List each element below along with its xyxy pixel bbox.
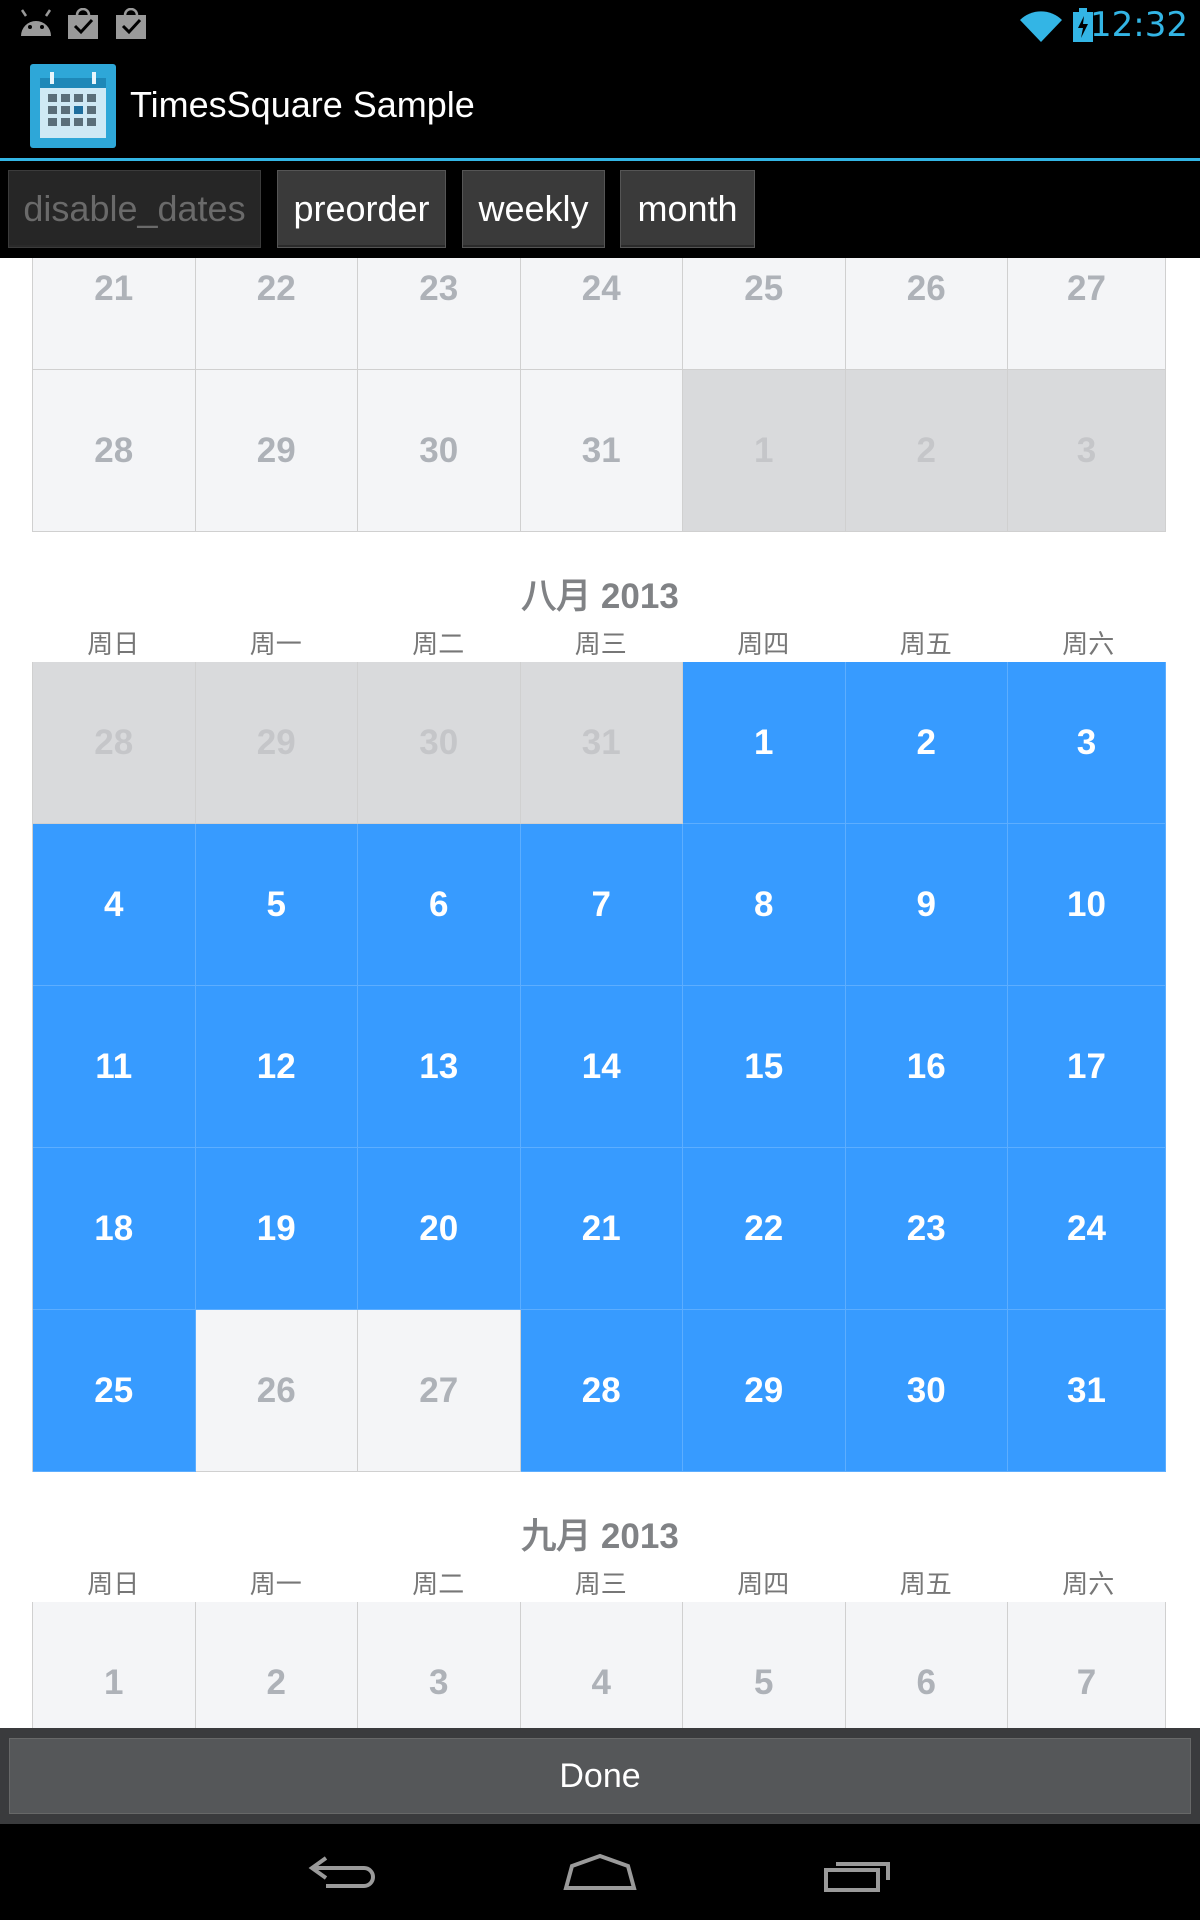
day-cell-other-month[interactable]: 29 [195, 662, 358, 824]
day-cell-selected[interactable]: 4 [33, 824, 196, 986]
day-cell[interactable]: 30 [358, 370, 521, 532]
day-cell-selected[interactable]: 5 [195, 824, 358, 986]
day-cell[interactable]: 3 [358, 1602, 521, 1728]
month-grid: 21 22 23 24 25 26 27 28 29 30 31 1 2 3 [32, 258, 1167, 532]
day-cell-selected[interactable]: 12 [195, 986, 358, 1148]
day-cell[interactable]: 1 [33, 1602, 196, 1728]
day-cell-selected[interactable]: 7 [520, 824, 683, 986]
preorder-button[interactable]: preorder [277, 170, 446, 248]
weekday-label: 周六 [1062, 1569, 1115, 1599]
day-cell-selected[interactable]: 19 [195, 1148, 358, 1310]
recent-apps-icon[interactable] [822, 1854, 892, 1894]
day-cell-selected[interactable]: 16 [845, 986, 1008, 1148]
weekday-label: 周三 [574, 629, 627, 659]
wifi-icon [1020, 11, 1062, 42]
month-grid: 1234567 [32, 1602, 1167, 1728]
month-title: 八月 2013 [521, 577, 679, 616]
shopping-bag-check-icon [68, 8, 98, 39]
day-cell-selected[interactable]: 17 [1008, 986, 1166, 1148]
calendar-app-icon[interactable] [30, 64, 116, 148]
day-cell[interactable]: 31 [520, 370, 683, 532]
day-cell-selected[interactable]: 1 [683, 662, 846, 824]
month-title: 九月 2013 [521, 1517, 679, 1556]
day-cell-selected[interactable]: 10 [1008, 824, 1166, 986]
day-cell-selected[interactable]: 28 [520, 1310, 683, 1472]
day-cell[interactable]: 24 [520, 258, 683, 370]
day-cell-other-month[interactable]: 28 [33, 662, 196, 824]
back-icon[interactable] [308, 1854, 378, 1890]
day-cell-selected[interactable]: 9 [845, 824, 1008, 986]
weekday-label: 周一 [249, 1569, 302, 1599]
weekday-label: 周五 [899, 629, 952, 659]
home-icon[interactable] [562, 1852, 638, 1892]
day-cell-selected[interactable]: 25 [33, 1310, 196, 1472]
done-button[interactable]: Done [9, 1738, 1191, 1814]
day-cell-selected[interactable]: 20 [358, 1148, 521, 1310]
day-cell[interactable]: 21 [33, 258, 196, 370]
calendar-scroll-view[interactable]: 21 22 23 24 25 26 27 28 29 30 31 1 2 3 八月 2013 周日 周一 周二 周三… [0, 258, 1200, 1728]
day-cell[interactable]: 7 [1008, 1602, 1166, 1728]
day-cell[interactable]: 27 [358, 1310, 521, 1472]
day-cell-selected[interactable]: 31 [1008, 1310, 1166, 1472]
action-bar: TimesSquare Sample [0, 50, 1200, 161]
weekday-label: 周四 [737, 629, 790, 659]
day-cell[interactable]: 29 [195, 370, 358, 532]
day-cell-other-month[interactable]: 2 [845, 370, 1008, 532]
month-button[interactable]: month [620, 170, 755, 248]
navigation-bar [0, 1824, 1200, 1920]
day-cell[interactable]: 27 [1008, 258, 1166, 370]
disable-dates-button[interactable]: disable_dates [8, 170, 261, 248]
day-cell-selected[interactable]: 6 [358, 824, 521, 986]
day-cell[interactable]: 5 [683, 1602, 846, 1728]
done-bar: Done [0, 1728, 1200, 1824]
clock: 12:32 [1090, 5, 1188, 45]
day-cell[interactable]: 2 [195, 1602, 358, 1728]
weekday-label: 周六 [1062, 629, 1115, 659]
day-cell-selected[interactable]: 13 [358, 986, 521, 1148]
day-cell-selected[interactable]: 8 [683, 824, 846, 986]
day-cell-selected[interactable]: 3 [1008, 662, 1166, 824]
day-cell[interactable]: 4 [520, 1602, 683, 1728]
day-cell-selected[interactable]: 21 [520, 1148, 683, 1310]
month-grid: 28 29 30 31 1 2 3 4 5 6 7 8 9 10 11 12 13 14 15 16 17 18 19 20 2… [32, 662, 1167, 1472]
weekday-label: 周二 [412, 629, 465, 659]
weekday-label: 周二 [412, 1569, 465, 1599]
day-cell-selected[interactable]: 24 [1008, 1148, 1166, 1310]
day-cell[interactable]: 6 [845, 1602, 1008, 1728]
day-cell-selected[interactable]: 2 [845, 662, 1008, 824]
day-cell-other-month[interactable]: 30 [358, 662, 521, 824]
weekday-label: 周日 [87, 1569, 140, 1599]
shopping-bag-check-icon [116, 8, 146, 39]
app-title: TimesSquare Sample [130, 84, 475, 125]
day-cell-selected[interactable]: 18 [33, 1148, 196, 1310]
day-cell-selected[interactable]: 23 [845, 1148, 1008, 1310]
weekly-button[interactable]: weekly [462, 170, 605, 248]
day-cell-selected[interactable]: 15 [683, 986, 846, 1148]
day-cell[interactable]: 22 [195, 258, 358, 370]
day-cell-other-month[interactable]: 3 [1008, 370, 1166, 532]
day-cell[interactable]: 23 [358, 258, 521, 370]
weekday-label: 周三 [574, 1569, 627, 1599]
day-cell-other-month[interactable]: 31 [520, 662, 683, 824]
weekday-label: 周一 [249, 629, 302, 659]
status-bar: 12:32 [0, 0, 1200, 50]
weekday-label: 周四 [737, 1569, 790, 1599]
day-cell[interactable]: 25 [683, 258, 846, 370]
day-cell-selected[interactable]: 30 [845, 1310, 1008, 1472]
day-cell-selected[interactable]: 11 [33, 986, 196, 1148]
toolbar: disable_dates preorder weekly month [0, 161, 1200, 258]
day-cell[interactable]: 26 [845, 258, 1008, 370]
day-cell-selected[interactable]: 29 [683, 1310, 846, 1472]
day-cell-selected[interactable]: 14 [520, 986, 683, 1148]
day-cell-selected[interactable]: 22 [683, 1148, 846, 1310]
day-cell[interactable]: 28 [33, 370, 196, 532]
weekday-label: 周五 [899, 1569, 952, 1599]
weekday-label: 周日 [87, 629, 140, 659]
day-cell-other-month[interactable]: 1 [683, 370, 846, 532]
android-icon [20, 9, 52, 36]
day-cell[interactable]: 26 [195, 1310, 358, 1472]
